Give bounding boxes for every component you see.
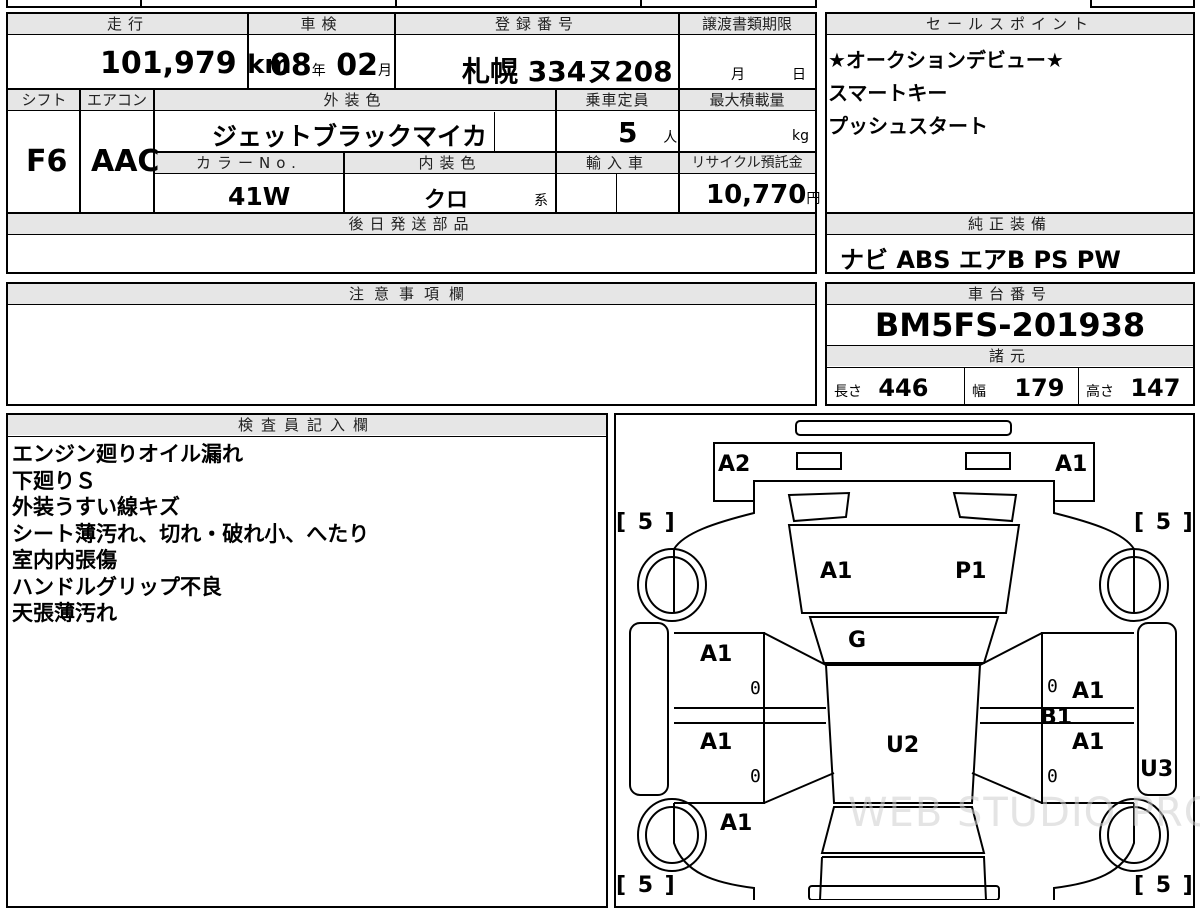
tire-tread-rear-right: [ 5 ] <box>1134 873 1195 898</box>
capacity-value: 5 人 <box>618 116 677 149</box>
damage-code-hood-right: P1 <box>955 559 987 584</box>
watermark: WEB STUDIO PRO <box>848 790 1200 836</box>
zero-mark: 0 <box>1047 766 1058 787</box>
damage-code-right-pillar: B1 <box>1040 705 1073 730</box>
label-chassis: 車台番号 <box>827 284 1193 304</box>
capacity-unit: 人 <box>663 130 678 146</box>
damage-code-right-rear-door: A1 <box>1072 730 1105 755</box>
top-stub-row <box>6 0 817 8</box>
zero-mark: 0 <box>750 678 761 699</box>
chassis-number: BM5FS-201938 <box>874 306 1146 344</box>
tire-tread-rear-left: [ 5 ] <box>616 873 677 898</box>
inspection-value: 08年 02月 <box>270 48 392 83</box>
shift-value: F6 <box>26 144 68 179</box>
spec-length: 長さ 446 <box>834 374 928 402</box>
recycle-unit: 円 <box>806 191 821 207</box>
inspection-year: 08 <box>270 48 312 83</box>
inspector-note: エンジン廻りオイル漏れ <box>12 442 243 466</box>
width-label: 幅 <box>972 384 986 400</box>
inspector-note: 室内内張傷 <box>12 548 117 572</box>
inspection-month: 02 <box>336 48 378 83</box>
spec-width: 幅 179 <box>972 374 1064 402</box>
label-sales-points: セールスポイント <box>827 14 1193 34</box>
doc-day: 日 <box>792 67 806 83</box>
max-load-unit: kg <box>792 128 809 144</box>
damage-code-roof: U2 <box>886 733 920 758</box>
damage-code-left-rear-door: A1 <box>700 730 733 755</box>
damage-code-left-rear-fender: A1 <box>720 811 753 836</box>
registration-value: 札幌 334ヌ208 <box>462 55 673 88</box>
recycle-value: 10,770円 <box>706 180 820 210</box>
label-aircon: エアコン <box>80 90 154 110</box>
top-stub-right <box>1090 0 1195 8</box>
label-mileage: 走行 <box>8 14 248 34</box>
month-unit: 月 <box>377 63 392 79</box>
aircon-value: AAC <box>91 144 160 179</box>
label-doc-deadline: 譲渡書類期限 <box>679 14 815 34</box>
damage-code-front-left: A2 <box>718 452 751 477</box>
tire-tread-front-left: [ 5 ] <box>616 510 677 535</box>
height-label: 高さ <box>1086 384 1114 400</box>
zero-mark: 0 <box>750 766 761 787</box>
color-no-value: 41W <box>228 182 291 211</box>
exterior-color-value: ジェットブラックマイカ <box>212 122 488 151</box>
damage-code-front-right: A1 <box>1055 452 1088 477</box>
recycle-number: 10,770 <box>706 180 807 210</box>
inspector-note: ハンドルグリップ不良 <box>12 574 222 599</box>
label-exterior-color: 外装色 <box>154 90 556 110</box>
sales-points-list: ★オークションデビュー★ スマートキー プッシュスタート <box>828 44 1188 143</box>
zero-mark: 0 <box>1047 676 1058 697</box>
label-shift: シフト <box>8 90 80 110</box>
inspector-note: シート薄汚れ、切れ・破れ小、へたり <box>12 521 370 546</box>
height-value: 147 <box>1130 374 1181 402</box>
label-equipment: 純正装備 <box>827 214 1193 234</box>
sales-point-item: ★オークションデビュー★ <box>828 48 1064 72</box>
width-value: 179 <box>1014 374 1065 402</box>
length-value: 446 <box>878 374 929 402</box>
label-notes: 注意事項欄 <box>8 284 815 304</box>
label-max-load: 最大積載量 <box>679 90 815 110</box>
label-recycle: リサイクル預託金 <box>679 153 815 173</box>
equipment-value: ナビ ABS エアB PS PW <box>840 246 1121 274</box>
damage-code-right-front-door: A1 <box>1072 679 1105 704</box>
damage-code-hood-left: A1 <box>820 559 853 584</box>
tire-tread-front-right: [ 5 ] <box>1134 510 1195 535</box>
label-inspector: 検査員記入欄 <box>8 415 606 435</box>
label-inspection: 車検 <box>248 14 395 34</box>
sales-point-item: プッシュスタート <box>828 114 988 138</box>
mileage-number: 101,979 <box>100 46 237 81</box>
inspector-note: 下廻りＳ <box>12 468 96 493</box>
spec-height: 高さ 147 <box>1086 374 1180 402</box>
damage-code-right-sill: U3 <box>1140 757 1174 782</box>
year-unit: 年 <box>311 63 326 79</box>
interior-suffix: 系 <box>534 193 548 209</box>
mileage-value: 101,979 km <box>100 46 291 81</box>
label-registration: 登録番号 <box>395 14 679 34</box>
doc-month: 月 <box>731 67 745 83</box>
label-later-parts: 後日発送部品 <box>8 214 815 234</box>
label-capacity: 乗車定員 <box>556 90 679 110</box>
damage-code-left-front-door: A1 <box>700 642 733 667</box>
sales-point-item: スマートキー <box>828 81 948 105</box>
inspector-notes-list: エンジン廻りオイル漏れ 下廻りＳ 外装うすい線キズ シート薄汚れ、切れ・破れ小、… <box>12 441 602 627</box>
length-label: 長さ <box>834 384 862 400</box>
label-color-no: カラーNo. <box>154 153 344 173</box>
inspector-note: 外装うすい線キズ <box>12 495 180 519</box>
capacity-number: 5 <box>618 116 638 149</box>
label-import: 輸入車 <box>556 153 679 173</box>
label-interior-color: 内装色 <box>344 153 556 173</box>
interior-color-value: クロ <box>424 188 469 213</box>
label-specs: 諸元 <box>827 346 1193 366</box>
damage-code-windshield: G <box>848 628 867 653</box>
inspector-note: 天張薄汚れ <box>12 601 117 625</box>
